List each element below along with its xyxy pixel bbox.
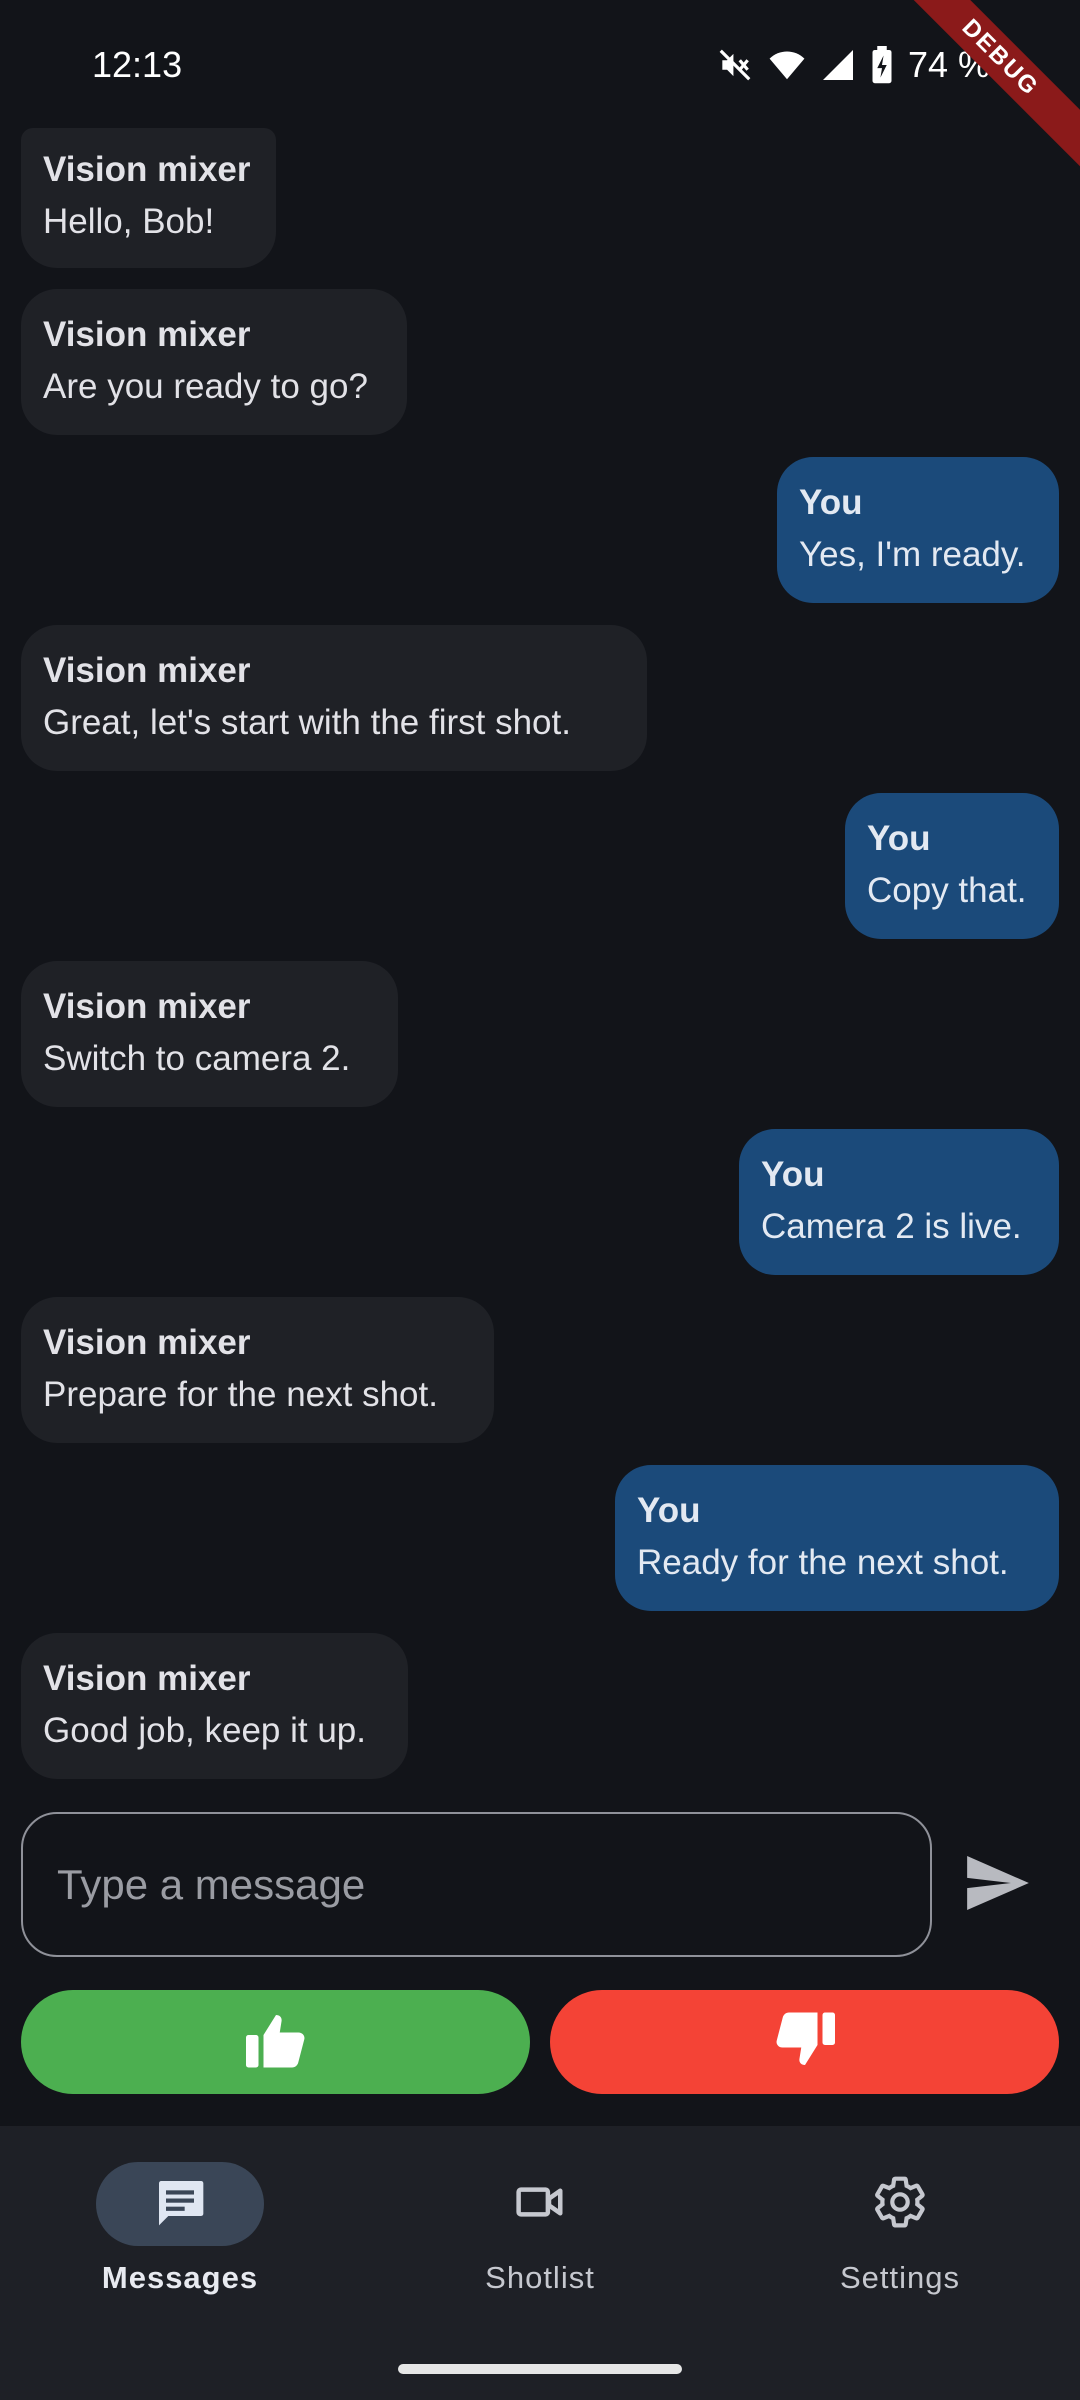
- nav-label-settings: Settings: [839, 2260, 960, 2295]
- nav-label-messages: Messages: [101, 2260, 259, 2295]
- message-text: Copy that.: [867, 871, 1027, 910]
- nav-icon-container: [456, 2162, 624, 2246]
- message-text: Great, let's start with the first shot.: [43, 703, 571, 742]
- message-text: Hello, Bob!: [43, 202, 215, 241]
- message-bubble: Vision mixer Are you ready to go?: [21, 289, 407, 435]
- battery-charging-icon: [870, 46, 894, 84]
- signal-icon: [820, 47, 856, 83]
- thumbs-up-button[interactable]: [21, 1990, 530, 2094]
- message-input[interactable]: [55, 1859, 930, 1910]
- nav-item-shotlist[interactable]: Shotlist: [360, 2162, 720, 2322]
- message-text: Ready for the next shot.: [637, 1543, 1009, 1582]
- nav-active-indicator: [96, 2162, 264, 2246]
- message-text: Camera 2 is live.: [761, 1207, 1022, 1246]
- nav-item-messages[interactable]: Messages: [0, 2162, 360, 2322]
- status-icons: 74 %: [716, 44, 990, 86]
- send-button[interactable]: [958, 1845, 1038, 1925]
- message-icon: [152, 2174, 208, 2235]
- video-camera-icon: [513, 2175, 567, 2234]
- nav-label-shotlist: Shotlist: [485, 2260, 595, 2295]
- message-sender: Vision mixer: [43, 1323, 251, 1362]
- message-text: Good job, keep it up.: [43, 1711, 366, 1750]
- message-text: Prepare for the next shot.: [43, 1375, 438, 1414]
- message-sender: Vision mixer: [43, 987, 251, 1026]
- status-time: 12:13: [92, 44, 183, 85]
- message-bubble: Vision mixer Switch to camera 2.: [21, 961, 398, 1107]
- message-list[interactable]: Vision mixer Hello, Bob! Vision mixer Ar…: [0, 128, 1080, 1788]
- message-text: Yes, I'm ready.: [799, 535, 1026, 574]
- message-sender: Vision mixer: [43, 651, 251, 690]
- message-bubble: Vision mixer Prepare for the next shot.: [21, 1297, 494, 1443]
- battery-percent: 74 %: [907, 44, 990, 85]
- message-sender: You: [761, 1155, 825, 1194]
- wifi-icon: [768, 46, 806, 84]
- message-sender: You: [637, 1491, 701, 1530]
- message-bubble: You Camera 2 is live.: [739, 1129, 1059, 1275]
- status-bar: 12:13 74 %: [0, 0, 1080, 130]
- message-bubble: Vision mixer Great, let's start with the…: [21, 625, 647, 771]
- send-icon: [967, 1855, 1029, 1915]
- thumbs-up-icon: [245, 2012, 306, 2073]
- message-bubble: Vision mixer Hello, Bob!: [21, 128, 276, 268]
- message-bubble: You Ready for the next shot.: [615, 1465, 1059, 1611]
- thumbs-down-button[interactable]: [550, 1990, 1059, 2094]
- message-composer[interactable]: [21, 1812, 932, 1957]
- nav-icon-container: [816, 2162, 984, 2246]
- nav-item-settings[interactable]: Settings: [720, 2162, 1080, 2322]
- message-sender: You: [867, 819, 931, 858]
- message-bubble: You Yes, I'm ready.: [777, 457, 1059, 603]
- home-indicator[interactable]: [398, 2364, 682, 2374]
- message-sender: Vision mixer: [43, 150, 251, 189]
- gear-icon: [872, 2174, 928, 2235]
- bottom-navigation: Messages Shotlist Settings: [0, 2126, 1080, 2400]
- message-text: Are you ready to go?: [43, 367, 368, 406]
- message-text: Switch to camera 2.: [43, 1039, 351, 1078]
- message-bubble: You Copy that.: [845, 793, 1059, 939]
- message-sender: You: [799, 483, 863, 522]
- message-sender: Vision mixer: [43, 315, 251, 354]
- message-sender: Vision mixer: [43, 1659, 251, 1698]
- mute-icon: [716, 46, 754, 84]
- thumbs-down-icon: [775, 2012, 835, 2073]
- message-bubble: Vision mixer Good job, keep it up.: [21, 1633, 408, 1779]
